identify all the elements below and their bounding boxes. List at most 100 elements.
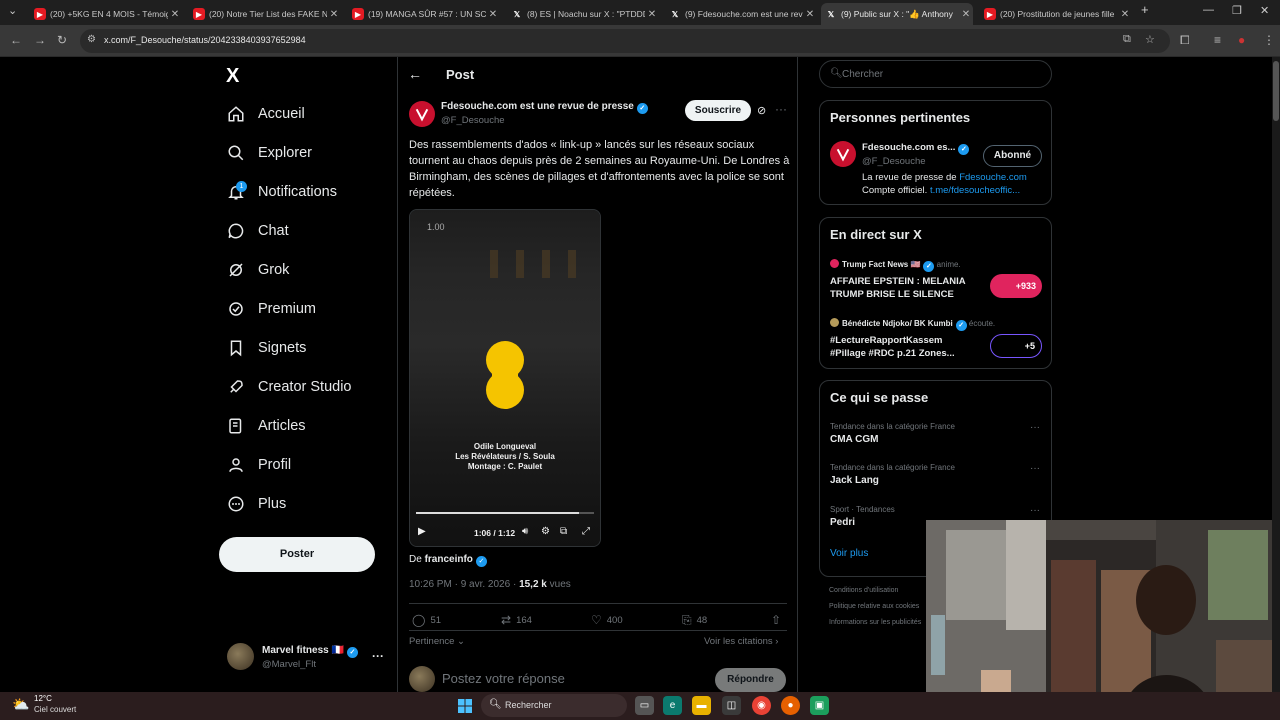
repost-action[interactable]: ⇄ 164 [501, 613, 532, 627]
trend-name[interactable]: CMA CGM [830, 434, 879, 445]
settings-icon[interactable]: ⚙ [541, 526, 550, 537]
browser-tab-active[interactable]: 𝕏 (9) Public sur X : "👍 Anthony ✕ [821, 3, 973, 25]
live-listeners-pill[interactable]: +5 [990, 334, 1042, 358]
account-switcher[interactable]: Marvel fitness 🇫🇷 ✓ @Marvel_Flt ··· [227, 643, 397, 673]
more-dots-icon[interactable]: ··· [372, 649, 384, 663]
forward-arrow-icon[interactable]: → [34, 33, 46, 47]
nav-explore[interactable]: Explorer [226, 139, 312, 167]
video-player[interactable]: 1.00 Odile Longueval Les Révélateurs / S… [409, 209, 601, 547]
tab-close-icon[interactable]: ✕ [327, 9, 341, 20]
back-arrow-icon[interactable]: ← [408, 66, 422, 82]
nav-profile[interactable]: Profil [226, 451, 291, 479]
scrollbar-thumb[interactable] [1273, 61, 1279, 121]
like-action[interactable]: ♡ 400 [591, 613, 623, 627]
bio-link[interactable]: t.me/fdesoucheoffic... [930, 185, 1020, 196]
view-quotes-link[interactable]: Voir les citations › [704, 636, 778, 647]
reply-input[interactable]: Postez votre réponse [442, 671, 565, 686]
nav-bookmarks[interactable]: Signets [226, 334, 306, 362]
sort-dropdown[interactable]: Pertinence ⌄ [409, 636, 465, 647]
profile-icon[interactable]: ● [1238, 33, 1245, 47]
footer-link[interactable]: Informations sur les publicités [829, 619, 921, 626]
tab-close-icon[interactable]: ✕ [168, 9, 182, 20]
media-controls-icon[interactable]: ≡ [1214, 33, 1221, 47]
volume-icon[interactable]: 🔊︎ [522, 526, 528, 537]
live-listeners-pill[interactable]: +933 [990, 274, 1042, 298]
bio-link[interactable]: Fdesouche.com [959, 172, 1027, 183]
source-link[interactable]: franceinfo [425, 554, 473, 565]
reply-button[interactable]: Répondre [715, 668, 786, 692]
author-handle[interactable]: @F_Desouche [441, 115, 505, 126]
nav-creator-studio[interactable]: Creator Studio [226, 373, 352, 401]
extensions-icon[interactable]: ⧠ [1180, 33, 1190, 48]
grok-icon[interactable]: ⊘ [757, 104, 766, 117]
taskbar-search[interactable]: 🔍︎ Rechercher [481, 694, 627, 717]
author-avatar[interactable] [409, 101, 435, 127]
tab-close-icon[interactable]: ✕ [803, 9, 817, 20]
footer-link[interactable]: Conditions d'utilisation [829, 587, 898, 594]
reload-icon[interactable]: ↻ [57, 33, 67, 47]
app-icon[interactable]: ▣ [810, 696, 829, 715]
nav-more[interactable]: Plus [226, 490, 286, 518]
file-explorer-icon[interactable]: ▬ [692, 696, 711, 715]
tab-close-icon[interactable]: ✕ [645, 9, 659, 20]
search-input[interactable]: 🔍︎ Chercher [819, 60, 1052, 88]
weather-cloud-icon[interactable]: ⛅ [12, 696, 29, 713]
browser-menu-icon[interactable]: ⋮ [1263, 33, 1275, 47]
video-progress-bar[interactable] [416, 512, 594, 514]
tab-close-icon[interactable]: ✕ [1118, 9, 1132, 20]
reply-action[interactable]: ◯ 51 [412, 613, 441, 627]
edge-icon[interactable]: e [663, 696, 682, 715]
restore-icon[interactable]: ❐ [1232, 4, 1242, 17]
nav-premium[interactable]: Premium [226, 295, 316, 323]
minimize-icon[interactable]: — [1203, 4, 1214, 16]
fullscreen-icon[interactable]: ⤢ [582, 526, 590, 537]
browser-tab[interactable]: ▶ (19) MANGA SÛR #57 : UN SC/ ✕ [348, 3, 500, 25]
back-arrow-icon[interactable]: ← [10, 33, 22, 47]
browser-tab[interactable]: 𝕏 (8) ES | Noachu sur X : "PTDDD ✕ [507, 3, 659, 25]
footer-link[interactable]: Politique relative aux cookies [829, 603, 919, 610]
bookmark-star-icon[interactable]: ☆ [1145, 33, 1155, 46]
trend-name[interactable]: Pedri [830, 517, 855, 528]
tab-list-chevron-icon[interactable]: ⌄ [8, 4, 17, 17]
more-dots-icon[interactable]: ··· [1030, 505, 1040, 516]
subscribe-button[interactable]: Souscrire [685, 100, 751, 121]
nav-chat[interactable]: Chat [226, 217, 289, 245]
site-info-icon[interactable]: ⚙ [87, 34, 96, 45]
nav-home[interactable]: Accueil [226, 100, 305, 128]
live-host[interactable]: Bénédicte Ndjoko/ BK Kumbi ✓ écoute. [830, 318, 995, 331]
x-logo-icon[interactable]: X [226, 65, 239, 88]
scrollbar[interactable] [1272, 57, 1280, 692]
weather-description[interactable]: Ciel couvert [34, 705, 76, 714]
bookmark-action[interactable]: ⎘ 48 [682, 613, 707, 628]
window-close-icon[interactable]: ✕ [1260, 4, 1269, 17]
nav-grok[interactable]: Grok [226, 256, 289, 284]
relevant-name[interactable]: Fdesouche.com es... ✓ [862, 142, 970, 155]
author-avatar[interactable] [830, 141, 856, 167]
live-title[interactable]: AFFAIRE EPSTEIN : MELANIA TRUMP BRISE LE… [830, 275, 980, 301]
store-icon[interactable]: ◫ [722, 696, 741, 715]
browser-tab[interactable]: ▶ (20) Prostitution de jeunes fille ✕ [980, 3, 1132, 25]
tab-close-icon[interactable]: ✕ [486, 9, 500, 20]
task-view-icon[interactable]: ▭ [635, 696, 654, 715]
url-field[interactable]: ⚙ x.com/F_Desouche/status/20423384039376… [80, 29, 1170, 53]
author-name[interactable]: Fdesouche.com est une revue de presse ✓ [441, 101, 648, 114]
more-dots-icon[interactable]: ··· [1030, 422, 1040, 433]
new-tab-plus-icon[interactable]: + [1141, 2, 1149, 17]
trend-name[interactable]: Jack Lang [830, 475, 879, 486]
live-title[interactable]: #LectureRapportKassem #Pillage #RDC p.21… [830, 334, 980, 360]
chrome-icon[interactable]: ◉ [752, 696, 771, 715]
tab-close-icon[interactable]: ✕ [959, 9, 973, 20]
browser-tab[interactable]: 𝕏 (9) Fdesouche.com est une revu ✕ [665, 3, 817, 25]
nav-articles[interactable]: Articles [226, 412, 306, 440]
relevant-handle[interactable]: @F_Desouche [862, 156, 926, 167]
live-host[interactable]: Trump Fact News 🇺🇸 ✓ anime. [830, 259, 961, 272]
weather-temperature[interactable]: 12°C [34, 694, 52, 703]
post-button[interactable]: Poster [219, 537, 375, 572]
browser-tab[interactable]: ▶ (20) Notre Tier List des FAKE NA ✕ [189, 3, 341, 25]
play-icon[interactable]: ▶ [418, 526, 426, 537]
firefox-icon[interactable]: ● [781, 696, 800, 715]
install-app-icon[interactable]: ⧉ [1123, 33, 1131, 46]
browser-tab[interactable]: ▶ (20) +5KG EN 4 MOIS - Témoig ✕ [30, 3, 182, 25]
share-action[interactable]: ⇧ [771, 613, 786, 627]
picture-in-picture-icon[interactable]: ⧉ [560, 526, 567, 537]
